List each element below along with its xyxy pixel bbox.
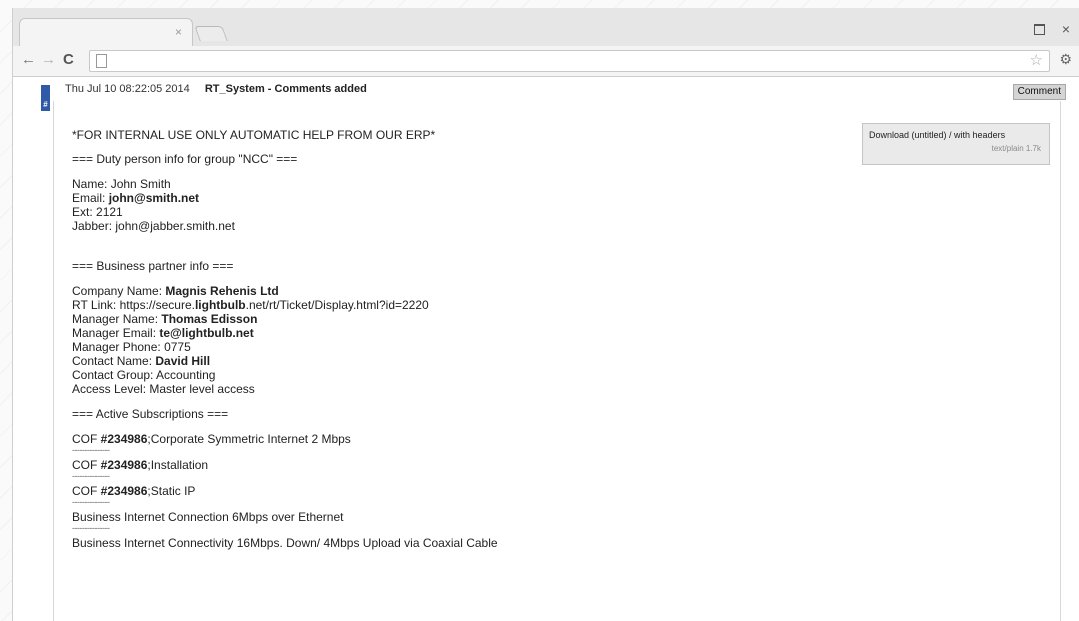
bookmark-star-icon[interactable]: ☆ bbox=[1030, 52, 1043, 69]
subscription-item: COF #234986;Static IP bbox=[72, 484, 196, 498]
download-link[interactable]: Download (untitled) / with headers bbox=[869, 130, 1005, 140]
partner-company: Company Name: Magnis Rehenis Ltd bbox=[72, 284, 279, 298]
duty-header: === Duty person info for group "NCC" === bbox=[72, 152, 298, 166]
history-entry-header: Thu Jul 10 08:22:05 2014 RT_System - Com… bbox=[65, 83, 367, 95]
tab-strip: × × bbox=[13, 8, 1079, 47]
partner-header: === Business partner info === bbox=[72, 259, 234, 273]
subscriptions-header: === Active Subscriptions === bbox=[72, 407, 229, 421]
partner-access-level: Access Level: Master level access bbox=[72, 382, 255, 396]
subscription-item: COF #234986;Corporate Symmetric Internet… bbox=[72, 432, 351, 446]
browser-window: × × ← → C ☆ ⚙ # Thu Jul 10 08:22:05 2014… bbox=[12, 8, 1079, 621]
ticket-badge: # bbox=[41, 85, 50, 111]
entry-action: - Comments added bbox=[264, 83, 367, 95]
comment-text: *FOR INTERNAL USE ONLY AUTOMATIC HELP FR… bbox=[72, 128, 498, 550]
duty-ext: Ext: 2121 bbox=[72, 205, 123, 219]
address-bar[interactable]: ☆ bbox=[89, 50, 1050, 72]
duty-jabber: Jabber: john@jabber.smith.net bbox=[72, 219, 235, 233]
page-viewport: # Thu Jul 10 08:22:05 2014 RT_System - C… bbox=[13, 77, 1079, 621]
partner-manager-email: Manager Email: te@lightbulb.net bbox=[72, 326, 254, 340]
entry-user: RT_System bbox=[204, 83, 265, 95]
partner-contact-name: Contact Name: David Hill bbox=[72, 354, 211, 368]
subscription-item: Business Internet Connectivity 16Mbps. D… bbox=[72, 536, 498, 550]
separator: --------------- bbox=[72, 445, 110, 455]
separator: --------------- bbox=[72, 471, 110, 481]
subscription-item: COF #234986;Installation bbox=[72, 458, 209, 472]
browser-tab[interactable]: × bbox=[19, 18, 193, 47]
reload-icon[interactable]: C bbox=[63, 51, 74, 69]
download-meta: text/plain 1.7k bbox=[991, 144, 1041, 153]
partner-rt-link: RT Link: https://secure.lightbulb.net/rt… bbox=[72, 298, 429, 312]
window-controls: × bbox=[1034, 22, 1072, 36]
forward-arrow-icon[interactable]: → bbox=[41, 51, 56, 69]
wrench-icon[interactable]: ⚙ bbox=[1059, 50, 1072, 68]
download-attachment[interactable]: Download (untitled) / with headers text/… bbox=[862, 123, 1050, 165]
duty-name: Name: John Smith bbox=[72, 177, 171, 191]
page-icon bbox=[96, 54, 107, 68]
separator: --------------- bbox=[72, 497, 110, 507]
comment-button[interactable]: Comment bbox=[1012, 84, 1066, 100]
partner-manager-phone: Manager Phone: 0775 bbox=[72, 340, 191, 354]
duty-email: Email: john@smith.net bbox=[72, 191, 200, 205]
back-arrow-icon[interactable]: ← bbox=[21, 51, 36, 69]
entry-date: Thu Jul 10 08:22:05 2014 bbox=[65, 83, 190, 95]
new-tab-button[interactable] bbox=[194, 26, 228, 41]
comment-content: Download (untitled) / with headers text/… bbox=[53, 101, 1061, 621]
close-window-icon[interactable]: × bbox=[1060, 22, 1072, 36]
partner-contact-group: Contact Group: Accounting bbox=[72, 368, 216, 382]
maximize-button[interactable] bbox=[1034, 22, 1046, 36]
maximize-icon bbox=[1034, 24, 1045, 35]
partner-manager-name: Manager Name: Thomas Edisson bbox=[72, 312, 258, 326]
internal-notice: *FOR INTERNAL USE ONLY AUTOMATIC HELP FR… bbox=[72, 128, 436, 142]
browser-toolbar: ← → C ☆ ⚙ bbox=[13, 46, 1079, 77]
separator: --------------- bbox=[72, 523, 110, 533]
subscription-item: Business Internet Connection 6Mbps over … bbox=[72, 510, 344, 524]
tab-close-icon[interactable]: × bbox=[175, 25, 182, 39]
